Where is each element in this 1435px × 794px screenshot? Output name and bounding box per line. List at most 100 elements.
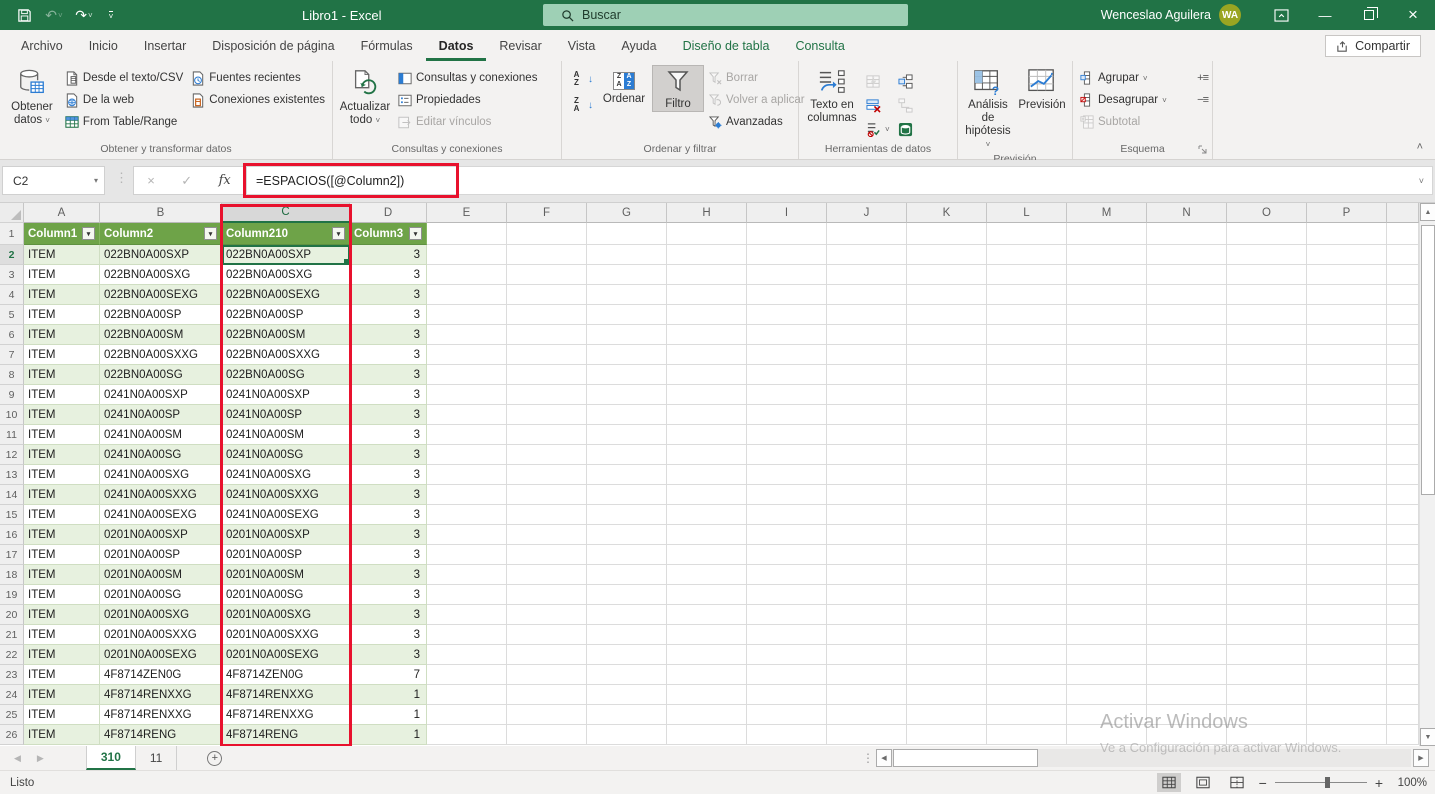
reapply-filter-button[interactable]: Volver a aplicar — [706, 89, 808, 111]
ribbon-display-options-button[interactable] — [1259, 0, 1303, 30]
cell-P21[interactable] — [1307, 625, 1387, 645]
row-header-19[interactable]: 19 — [0, 585, 24, 605]
cell-C24[interactable]: 4F8714RENXXG — [222, 685, 350, 705]
cell-E11[interactable] — [427, 425, 507, 445]
cell-J11[interactable] — [827, 425, 907, 445]
cell-K14[interactable] — [907, 485, 987, 505]
page-break-view-button[interactable] — [1225, 773, 1249, 792]
cell-P4[interactable] — [1307, 285, 1387, 305]
column-header-A[interactable]: A — [24, 203, 100, 223]
cell-M13[interactable] — [1067, 465, 1147, 485]
cell-L7[interactable] — [987, 345, 1067, 365]
cell-H18[interactable] — [667, 565, 747, 585]
cell-D25[interactable]: 1 — [350, 705, 427, 725]
cell-G10[interactable] — [587, 405, 667, 425]
cell-M24[interactable] — [1067, 685, 1147, 705]
cell-I22[interactable] — [747, 645, 827, 665]
cell-partial16[interactable] — [1387, 525, 1419, 545]
flash-fill-button[interactable] — [863, 69, 893, 93]
tab-disposicion-de-pagina[interactable]: Disposición de página — [199, 33, 347, 61]
cell-C21[interactable]: 0201N0A00SXXG — [222, 625, 350, 645]
cell-P18[interactable] — [1307, 565, 1387, 585]
sheet-nav-right-icon[interactable]: ▶ — [37, 753, 44, 764]
cell-F4[interactable] — [507, 285, 587, 305]
cell-F12[interactable] — [507, 445, 587, 465]
cell-I15[interactable] — [747, 505, 827, 525]
cell-L20[interactable] — [987, 605, 1067, 625]
cell-E16[interactable] — [427, 525, 507, 545]
cell-K4[interactable] — [907, 285, 987, 305]
cell-C4[interactable]: 022BN0A00SEXG — [222, 285, 350, 305]
cell-H6[interactable] — [667, 325, 747, 345]
cell-F25[interactable] — [507, 705, 587, 725]
cell-M15[interactable] — [1067, 505, 1147, 525]
cell-E21[interactable] — [427, 625, 507, 645]
cell-G26[interactable] — [587, 725, 667, 745]
cell-J24[interactable] — [827, 685, 907, 705]
properties-button[interactable]: Propiedades — [395, 89, 540, 111]
cell-E8[interactable] — [427, 365, 507, 385]
table-header-Column210[interactable]: Column210▾ — [222, 223, 350, 245]
cell-I24[interactable] — [747, 685, 827, 705]
cell-C7[interactable]: 022BN0A00SXXG — [222, 345, 350, 365]
cell-D10[interactable]: 3 — [350, 405, 427, 425]
data-validation-button[interactable]: ˅ — [863, 117, 893, 141]
cell-P7[interactable] — [1307, 345, 1387, 365]
cell-J19[interactable] — [827, 585, 907, 605]
cell-I23[interactable] — [747, 665, 827, 685]
cell-C2[interactable]: 022BN0A00SXP — [222, 245, 350, 265]
cell-B21[interactable]: 0201N0A00SXXG — [100, 625, 222, 645]
cancel-button[interactable]: × — [147, 173, 155, 188]
tab-revisar[interactable]: Revisar — [486, 33, 554, 61]
cell-M20[interactable] — [1067, 605, 1147, 625]
row-header-14[interactable]: 14 — [0, 485, 24, 505]
cell-B19[interactable]: 0201N0A00SG — [100, 585, 222, 605]
cell-E18[interactable] — [427, 565, 507, 585]
row-header-22[interactable]: 22 — [0, 645, 24, 665]
cell-B15[interactable]: 0241N0A00SEXG — [100, 505, 222, 525]
scroll-up-button[interactable]: ▲ — [1420, 203, 1435, 221]
refresh-all-button[interactable]: Actualizar todo ˅ — [337, 65, 393, 127]
cell-M14[interactable] — [1067, 485, 1147, 505]
cell-C18[interactable]: 0201N0A00SM — [222, 565, 350, 585]
cell-A25[interactable]: ITEM — [24, 705, 100, 725]
cell-B5[interactable]: 022BN0A00SP — [100, 305, 222, 325]
column-header-D[interactable]: D — [350, 203, 427, 223]
row-header-10[interactable]: 10 — [0, 405, 24, 425]
cell-partial22[interactable] — [1387, 645, 1419, 665]
cell-J20[interactable] — [827, 605, 907, 625]
cell-L10[interactable] — [987, 405, 1067, 425]
cell-P14[interactable] — [1307, 485, 1387, 505]
cell-K7[interactable] — [907, 345, 987, 365]
cell-B11[interactable]: 0241N0A00SM — [100, 425, 222, 445]
cell-P17[interactable] — [1307, 545, 1387, 565]
cell-A21[interactable]: ITEM — [24, 625, 100, 645]
subtotal-button[interactable]: Subtotal — [1077, 111, 1208, 133]
cell-P20[interactable] — [1307, 605, 1387, 625]
cell-O8[interactable] — [1227, 365, 1307, 385]
cell-E13[interactable] — [427, 465, 507, 485]
cell-A19[interactable]: ITEM — [24, 585, 100, 605]
cell-K16[interactable] — [907, 525, 987, 545]
cell-F26[interactable] — [507, 725, 587, 745]
cell-J5[interactable] — [827, 305, 907, 325]
group-button[interactable]: Agrupar ˅ — [1077, 67, 1193, 89]
sort-ascending-button[interactable]: AZ↓ — [566, 69, 596, 89]
cell-B14[interactable]: 0241N0A00SXXG — [100, 485, 222, 505]
column-header-E[interactable]: E — [427, 203, 507, 223]
column-header-L[interactable]: L — [987, 203, 1067, 223]
row-header-13[interactable]: 13 — [0, 465, 24, 485]
cell-D24[interactable]: 1 — [350, 685, 427, 705]
minimize-button[interactable]: — — [1303, 0, 1347, 30]
formula-bar-resize-handle[interactable]: ⋮ — [115, 170, 128, 186]
cell-H8[interactable] — [667, 365, 747, 385]
cell-L6[interactable] — [987, 325, 1067, 345]
cell-A3[interactable]: ITEM — [24, 265, 100, 285]
cell-D23[interactable]: 7 — [350, 665, 427, 685]
cell-A15[interactable]: ITEM — [24, 505, 100, 525]
cell-J9[interactable] — [827, 385, 907, 405]
cell-K15[interactable] — [907, 505, 987, 525]
tab-datos[interactable]: Datos — [426, 33, 487, 61]
cell-K24[interactable] — [907, 685, 987, 705]
redo-button[interactable]: ↷˅ — [70, 2, 98, 28]
